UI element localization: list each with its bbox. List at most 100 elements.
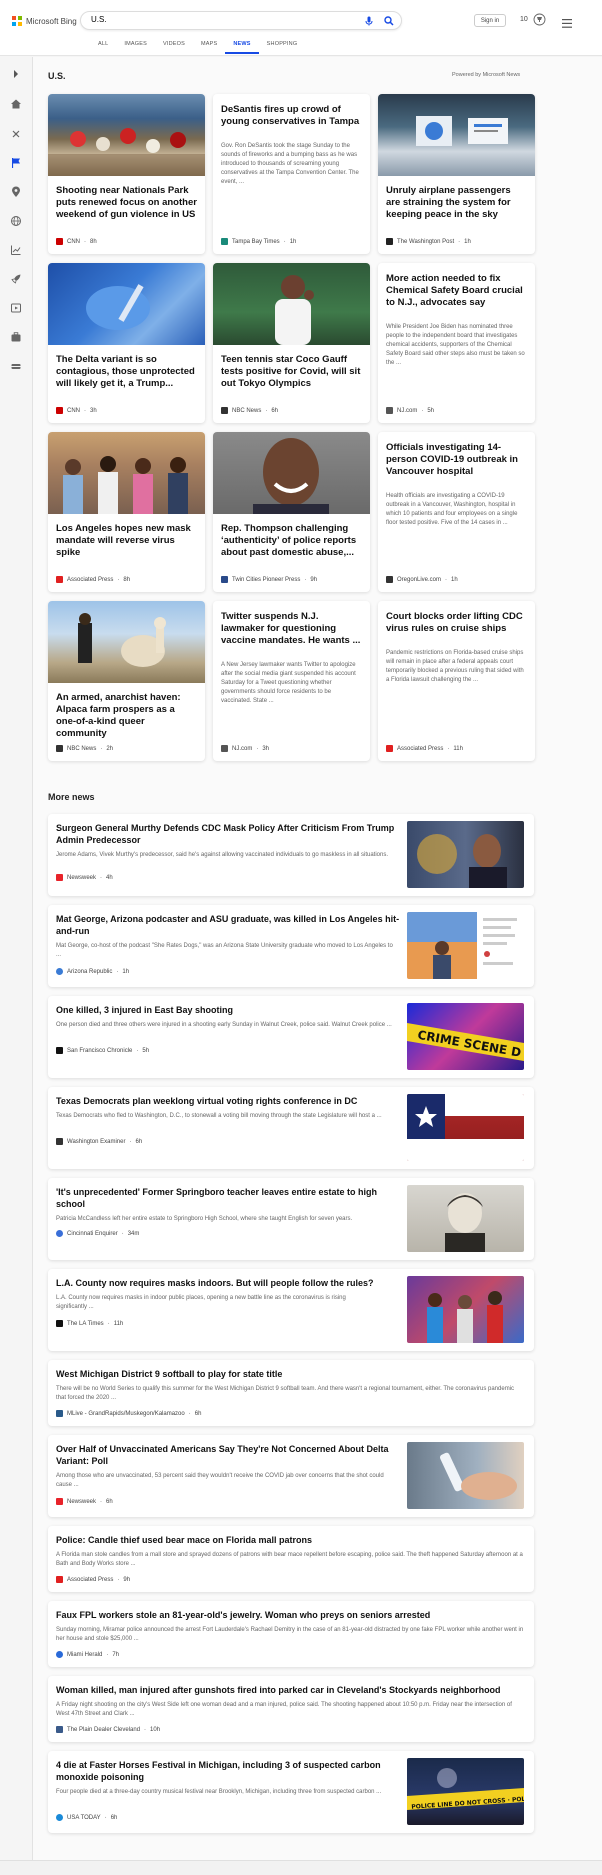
- row-title[interactable]: L.A. County now requires masks indoors. …: [56, 1277, 396, 1289]
- row-snippet: Texas Democrats who fled to Washington, …: [56, 1113, 382, 1119]
- card-title[interactable]: Unruly airplane passengers are straining…: [386, 185, 527, 221]
- news-row[interactable]: 4 die at Faster Horses Festival in Michi…: [48, 1751, 534, 1833]
- row-snippet: L.A. County now requires masks in indoor…: [56, 1295, 346, 1310]
- row-title[interactable]: 'It's unprecedented' Former Springboro t…: [56, 1186, 386, 1210]
- news-card[interactable]: Court blocks order lifting CDC virus rul…: [378, 601, 535, 761]
- card-title[interactable]: DeSantis fires up crowd of young conserv…: [221, 104, 362, 128]
- news-row[interactable]: Police: Candle thief used bear mace on F…: [48, 1526, 534, 1592]
- rewards-icon[interactable]: [533, 13, 546, 26]
- card-title[interactable]: Rep. Thompson challenging ‘authenticity’…: [221, 523, 362, 559]
- news-row[interactable]: Over Half of Unvaccinated Americans Say …: [48, 1435, 534, 1517]
- news-card[interactable]: Shooting near Nationals Park puts renewe…: [48, 94, 205, 254]
- scope-videos[interactable]: VIDEOS: [155, 41, 193, 54]
- row-thumbnail: [407, 1276, 524, 1343]
- row-source: Newsweek · 6h: [56, 1498, 113, 1505]
- row-title[interactable]: Woman killed, man injured after gunshots…: [56, 1684, 526, 1696]
- us-flag-icon[interactable]: [10, 156, 22, 168]
- car-icon[interactable]: [10, 359, 22, 371]
- news-card[interactable]: Twitter suspends N.J. lawmaker for quest…: [213, 601, 370, 761]
- row-title[interactable]: Mat George, Arizona podcaster and ASU gr…: [56, 913, 401, 937]
- arizona-republic-favicon-icon: [56, 968, 63, 975]
- row-snippet: Jerome Adams, Vivek Murthy's predecessor…: [56, 852, 389, 858]
- news-card[interactable]: More action needed to fix Chemical Safet…: [378, 263, 535, 423]
- card-source: Associated Press · 8h: [56, 576, 130, 583]
- globe-icon[interactable]: [10, 214, 22, 226]
- card-title[interactable]: Los Angeles hopes new mask mandate will …: [56, 523, 197, 559]
- news-row[interactable]: L.A. County now requires masks indoors. …: [48, 1269, 534, 1351]
- row-title[interactable]: West Michigan District 9 softball to pla…: [56, 1368, 526, 1380]
- expand-chevron-icon[interactable]: [10, 67, 22, 79]
- card-title[interactable]: Shooting near Nationals Park puts renewe…: [56, 185, 197, 221]
- news-row[interactable]: Surgeon General Murthy Defends CDC Mask …: [48, 814, 534, 896]
- ap-favicon-icon: [386, 745, 393, 752]
- search-input[interactable]: [91, 15, 331, 24]
- bing-logo[interactable]: Microsoft Bing: [12, 16, 77, 26]
- news-card[interactable]: Unruly airplane passengers are straining…: [378, 94, 535, 254]
- row-thumbnail: CRIME SCENE D: [407, 1003, 524, 1070]
- news-thumbnail: [213, 432, 370, 514]
- card-title[interactable]: Court blocks order lifting CDC virus rul…: [386, 611, 527, 635]
- scope-maps[interactable]: MAPS: [193, 41, 225, 54]
- card-title[interactable]: The Delta variant is so contagious, thos…: [56, 354, 197, 390]
- card-source: NBC News · 6h: [221, 407, 278, 414]
- news-row[interactable]: Texas Democrats plan weeklong virtual vo…: [48, 1087, 534, 1169]
- logo-text: Microsoft Bing: [26, 16, 77, 26]
- chart-icon[interactable]: [10, 243, 22, 255]
- cnn-favicon-icon: [56, 238, 63, 245]
- news-card[interactable]: An armed, anarchist haven: Alpaca farm p…: [48, 601, 205, 761]
- row-title[interactable]: Over Half of Unvaccinated Americans Say …: [56, 1443, 391, 1467]
- card-snippet: While President Joe Biden has nominated …: [386, 324, 525, 366]
- card-title[interactable]: More action needed to fix Chemical Safet…: [386, 273, 527, 309]
- powered-by-text[interactable]: Powered by Microsoft News: [452, 72, 520, 78]
- card-title[interactable]: Teen tennis star Coco Gauff tests positi…: [221, 354, 362, 390]
- row-snippet: A Friday night shooting on the city's We…: [56, 1702, 512, 1717]
- news-row[interactable]: Mat George, Arizona podcaster and ASU gr…: [48, 905, 534, 987]
- row-title[interactable]: Police: Candle thief used bear mace on F…: [56, 1534, 526, 1546]
- scope-images[interactable]: IMAGES: [116, 41, 155, 54]
- section-title: U.S.: [48, 71, 66, 81]
- microphone-icon[interactable]: [363, 15, 375, 27]
- scope-all[interactable]: ALL: [90, 41, 116, 54]
- entertainment-icon[interactable]: [10, 301, 22, 313]
- news-row[interactable]: Faux FPL workers stole an 81-year-old's …: [48, 1601, 534, 1667]
- news-card[interactable]: The Delta variant is so contagious, thos…: [48, 263, 205, 423]
- row-snippet: Patricia McCandless left her entire esta…: [56, 1216, 353, 1222]
- news-card[interactable]: Officials investigating 14-person COVID-…: [378, 432, 535, 592]
- card-title[interactable]: An armed, anarchist haven: Alpaca farm p…: [56, 692, 197, 740]
- row-title[interactable]: Faux FPL workers stole an 81-year-old's …: [56, 1609, 526, 1621]
- news-row[interactable]: Woman killed, man injured after gunshots…: [48, 1676, 534, 1742]
- card-source: Twin Cities Pioneer Press · 9h: [221, 576, 317, 583]
- news-card[interactable]: Rep. Thompson challenging ‘authenticity’…: [213, 432, 370, 592]
- card-source: Associated Press · 11h: [386, 745, 463, 752]
- news-row[interactable]: 'It's unprecedented' Former Springboro t…: [48, 1178, 534, 1260]
- news-card[interactable]: Teen tennis star Coco Gauff tests positi…: [213, 263, 370, 423]
- row-title[interactable]: Texas Democrats plan weeklong virtual vo…: [56, 1095, 396, 1107]
- row-snippet: Mat George, co-host of the podcast "She …: [56, 943, 393, 958]
- washington-examiner-favicon-icon: [56, 1138, 63, 1145]
- briefcase-icon[interactable]: [10, 330, 22, 342]
- science-icon[interactable]: [10, 127, 22, 139]
- news-card[interactable]: Los Angeles hopes new mask mandate will …: [48, 432, 205, 592]
- search-icon[interactable]: [383, 15, 395, 27]
- sign-in-button[interactable]: Sign in: [474, 14, 506, 27]
- location-pin-icon[interactable]: [10, 185, 22, 197]
- news-thumbnail: [48, 601, 205, 683]
- row-title[interactable]: Surgeon General Murthy Defends CDC Mask …: [56, 822, 396, 846]
- card-title[interactable]: Officials investigating 14-person COVID-…: [386, 442, 527, 478]
- rocket-icon[interactable]: [10, 272, 22, 284]
- row-title[interactable]: 4 die at Faster Horses Festival in Michi…: [56, 1759, 391, 1783]
- card-source: Tampa Bay Times · 1h: [221, 238, 296, 245]
- row-title[interactable]: One killed, 3 injured in East Bay shooti…: [56, 1004, 396, 1016]
- scope-news[interactable]: NEWS: [225, 41, 259, 54]
- news-card[interactable]: DeSantis fires up crowd of young conserv…: [213, 94, 370, 254]
- hamburger-menu-icon[interactable]: [562, 15, 572, 28]
- home-icon[interactable]: [10, 97, 22, 109]
- card-title[interactable]: Twitter suspends N.J. lawmaker for quest…: [221, 611, 362, 647]
- row-source: Cincinnati Enquirer · 34m: [56, 1230, 139, 1237]
- row-snippet: Four people died at a three-day country …: [56, 1789, 382, 1795]
- row-source: Washington Examiner · 6h: [56, 1138, 142, 1145]
- sf-chronicle-favicon-icon: [56, 1047, 63, 1054]
- news-row[interactable]: West Michigan District 9 softball to pla…: [48, 1360, 534, 1426]
- news-row[interactable]: One killed, 3 injured in East Bay shooti…: [48, 996, 534, 1078]
- scope-shopping[interactable]: SHOPPING: [259, 41, 306, 54]
